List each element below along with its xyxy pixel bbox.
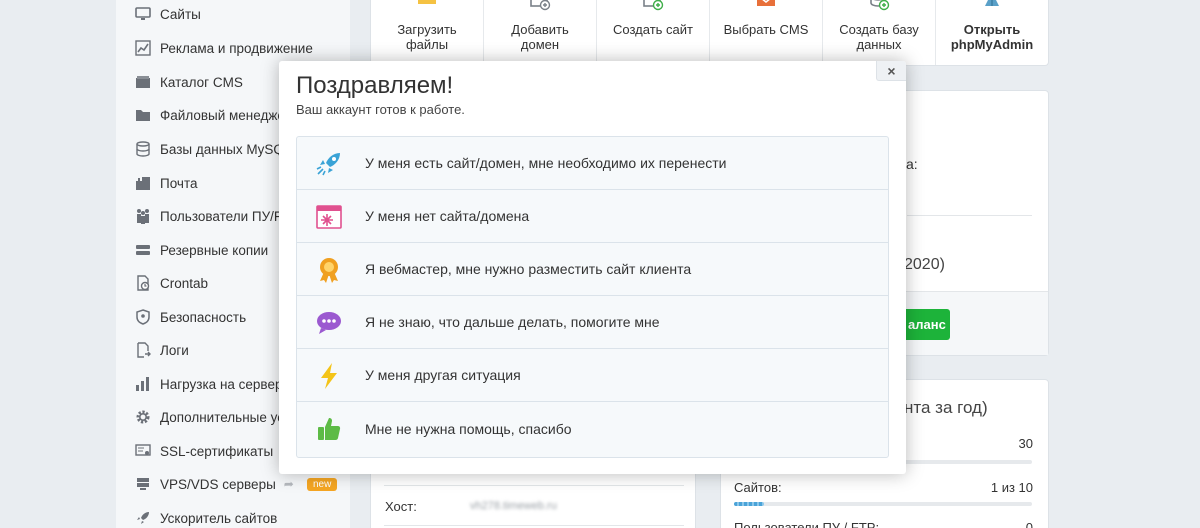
sidebar-item-sites[interactable]: Сайты — [116, 0, 350, 31]
chart-icon — [134, 40, 151, 57]
stats-title: нта за год) — [904, 398, 988, 417]
option-label: Мне не нужна помощь, спасибо — [365, 420, 572, 437]
sidebar-item-label: Резервные копии — [160, 242, 269, 258]
tool-label: Создать сайт — [613, 22, 693, 37]
option-label: У меня другая ситуация — [365, 367, 521, 383]
sidebar-item-label: Ускоритель сайтов — [160, 510, 278, 526]
folder-icon — [134, 107, 151, 124]
option-no-help[interactable]: Мне не нужна помощь, спасибо — [297, 402, 888, 455]
welcome-dialog: × Поздравляем! Ваш аккаунт готов к работ… — [279, 61, 906, 474]
divider — [384, 525, 684, 526]
tool-label: файлы — [405, 37, 449, 52]
bars-icon — [134, 376, 151, 393]
host-label: Хост: — [385, 499, 417, 514]
sidebar-item-label: VPS/VDS серверы — [160, 476, 276, 492]
rocket-icon — [134, 510, 151, 527]
cloud-icon — [134, 476, 151, 493]
open-phpmyadmin-button[interactable]: Открыть phpMyAdmin — [936, 0, 1048, 65]
sidebar-item-label: Реклама и продвижение — [160, 40, 313, 56]
users-icon — [134, 208, 151, 225]
award-medal-icon — [320, 258, 338, 283]
lightning-icon — [321, 363, 337, 389]
choose-cms-button[interactable]: Выбрать CMS — [710, 0, 823, 65]
folder-icon — [418, 0, 436, 4]
option-label: У меня нет сайта/домена — [365, 208, 530, 224]
drive-icon — [134, 242, 151, 259]
sites-value: 1 из 10 — [990, 480, 1033, 495]
option-need-help[interactable]: Я не знаю, что дальше делать, помогите м… — [297, 296, 888, 349]
tool-label: Открыть — [963, 22, 1021, 37]
thumbs-up-icon — [318, 418, 341, 440]
rocket-icon — [316, 153, 340, 176]
chat-bubble-icon — [317, 312, 341, 334]
sidebar-item-label: Сайты — [160, 6, 201, 22]
option-webmaster[interactable]: Я вебмастер, мне нужно разместить сайт к… — [297, 243, 888, 296]
add-domain-icon — [530, 0, 551, 11]
sites-usage-bar — [734, 502, 1032, 506]
stat-value: 30 — [1018, 436, 1033, 451]
create-site-button[interactable]: Создать сайт — [597, 0, 710, 65]
phpmyadmin-sail-icon — [985, 0, 999, 6]
create-database-button[interactable]: Создать базу данных — [823, 0, 936, 65]
divider — [384, 485, 684, 486]
browser-window-icon — [316, 205, 342, 229]
sidebar-item-label: Каталог CMS — [160, 74, 243, 90]
paid-until-fragment: 2020) — [904, 256, 945, 273]
sidebar-item-label: Логи — [160, 342, 189, 358]
users-value: 0 — [1025, 520, 1033, 528]
add-site-icon — [643, 0, 664, 11]
cms-box-icon — [757, 0, 775, 6]
info-label-fragment: а: — [906, 156, 918, 172]
monitor-icon — [134, 6, 151, 23]
new-badge: new — [307, 478, 338, 491]
option-label: Я вебмастер, мне нужно разместить сайт к… — [365, 261, 692, 277]
dialog-title: Поздравляем! — [296, 72, 454, 99]
add-database-icon — [870, 0, 890, 11]
options-list: У меня есть сайт/домен, мне необходимо и… — [296, 136, 889, 458]
tool-label: домен — [520, 37, 560, 52]
sidebar-item-ads[interactable]: Реклама и продвижение — [116, 31, 350, 65]
connection-info-panel — [370, 470, 696, 528]
dialog-subtitle: Ваш аккаунт готов к работе. — [296, 102, 465, 117]
external-link-icon: ➦ — [283, 477, 294, 491]
sites-label: Сайтов: — [734, 480, 782, 495]
option-label: Я не знаю, что дальше делать, помогите м… — [365, 314, 660, 330]
certificate-icon — [134, 443, 151, 460]
host-value: vh278.timeweb.ru — [470, 500, 557, 512]
mailbox-icon — [134, 175, 151, 192]
sidebar-item-label: Безопасность — [160, 309, 247, 325]
tool-label: Выбрать CMS — [723, 22, 809, 37]
option-label: У меня есть сайт/домен, мне необходимо и… — [365, 155, 727, 171]
option-no-site[interactable]: У меня нет сайта/домена — [297, 190, 888, 243]
close-button[interactable]: × — [876, 61, 906, 81]
sites-usage-fill — [734, 502, 764, 506]
option-other[interactable]: У меня другая ситуация — [297, 349, 888, 402]
clock-icon — [134, 275, 151, 292]
add-domain-button[interactable]: Добавить домен — [484, 0, 597, 65]
tool-label: Создать базу — [839, 22, 919, 37]
upload-files-button[interactable]: Загрузить файлы — [371, 0, 484, 65]
sidebar-item-label: Нагрузка на сервер — [160, 376, 283, 392]
sidebar-item-label: Почта — [160, 175, 198, 191]
quick-actions-toolbar: Загрузить файлы Добавить домен Создать с… — [370, 0, 1049, 66]
box-icon — [134, 74, 151, 91]
divider — [907, 215, 1032, 216]
log-icon — [134, 342, 151, 359]
sidebar-item-label: Файловый менеджер — [160, 107, 293, 123]
tool-label: данных — [856, 37, 902, 52]
shield-icon — [134, 309, 151, 326]
tool-label: Добавить — [511, 22, 569, 37]
database-icon — [134, 141, 151, 158]
tool-label: Загрузить — [397, 22, 457, 37]
users-label: Пользователи ПУ / FTP: — [734, 520, 880, 528]
sidebar-item-label: SSL-сертификаты — [160, 443, 274, 459]
gear-icon — [134, 409, 151, 426]
sidebar-item-accelerator[interactable]: Ускоритель сайтов — [116, 501, 350, 528]
sidebar-item-label: Базы данных MySQL — [160, 141, 292, 157]
tool-label: phpMyAdmin — [950, 37, 1034, 52]
sidebar-item-label: Crontab — [160, 275, 209, 291]
option-migrate-site[interactable]: У меня есть сайт/домен, мне необходимо и… — [297, 137, 888, 190]
